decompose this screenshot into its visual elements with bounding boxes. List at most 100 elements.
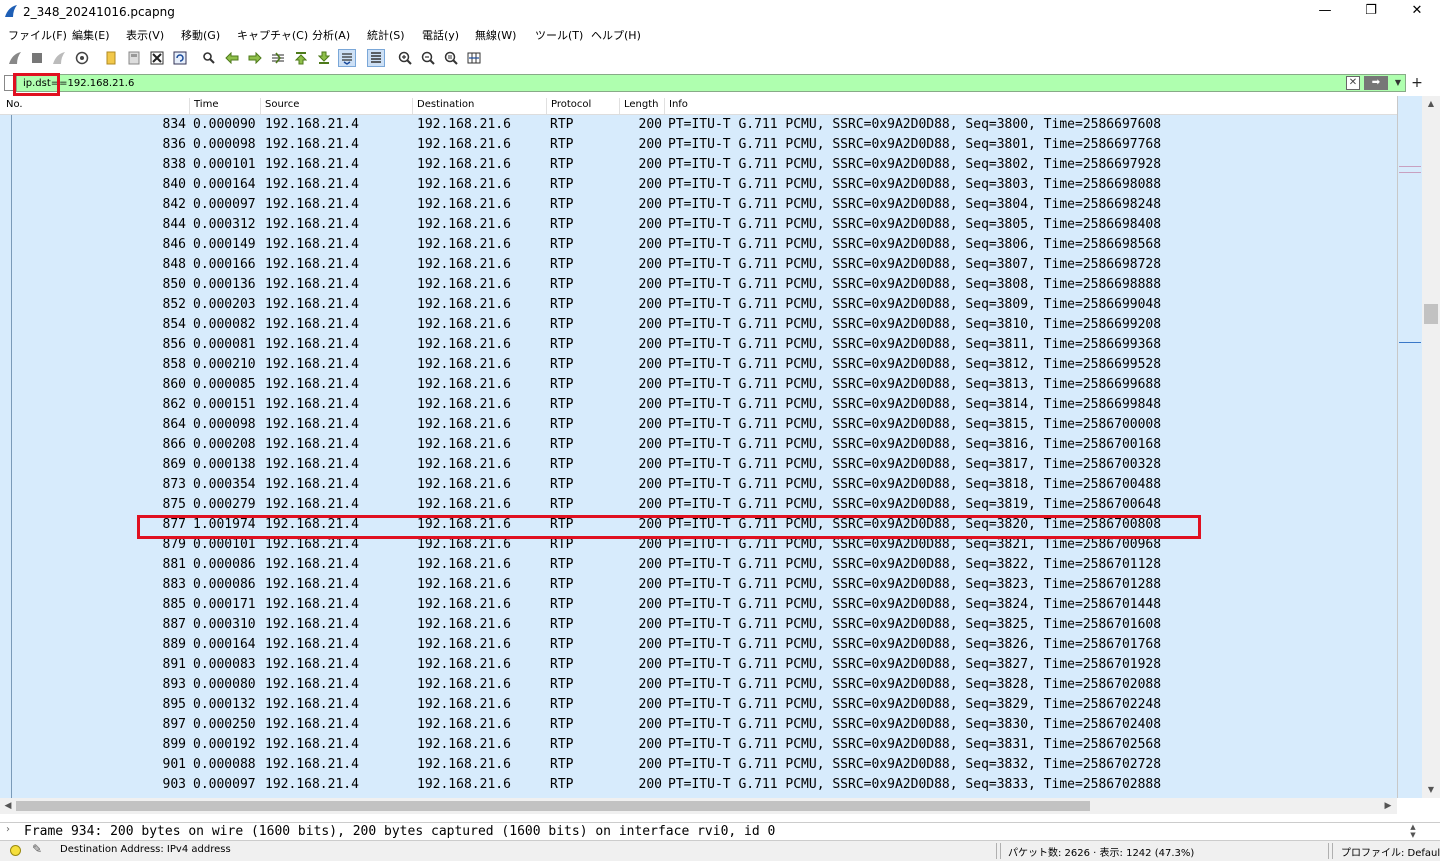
packet-row[interactable]: 869 0.000138 192.168.21.4 192.168.21.6 RTP 20… <box>0 455 1422 475</box>
packet-row[interactable]: 860 0.000085 192.168.21.4 192.168.21.6 RTP 20… <box>0 375 1422 395</box>
open-file-icon[interactable] <box>102 49 120 67</box>
packet-row[interactable]: 879 0.000101 192.168.21.4 192.168.21.6 RTP 20… <box>0 535 1422 555</box>
capture-options-icon[interactable] <box>73 49 91 67</box>
start-capture-icon[interactable] <box>6 49 24 67</box>
column-header-time[interactable]: Time <box>190 98 261 114</box>
menu-tools[interactable]: ツール(T) <box>535 27 583 43</box>
packet-row[interactable]: 844 0.000312 192.168.21.4 192.168.21.6 RTP 20… <box>0 215 1422 235</box>
filter-bookmark-icon[interactable] <box>4 75 14 91</box>
scroll-down-icon[interactable]: ▼ <box>1422 782 1440 798</box>
packet-row[interactable]: 854 0.000082 192.168.21.4 192.168.21.6 RTP 20… <box>0 315 1422 335</box>
packet-row[interactable]: 862 0.000151 192.168.21.4 192.168.21.6 RTP 20… <box>0 395 1422 415</box>
filter-history-dropdown-icon[interactable]: ▼ <box>1392 76 1404 90</box>
packet-row[interactable]: 891 0.000083 192.168.21.4 192.168.21.6 RTP 20… <box>0 655 1422 675</box>
packet-row[interactable]: 901 0.000088 192.168.21.4 192.168.21.6 RTP 20… <box>0 755 1422 775</box>
packet-row[interactable]: 848 0.000166 192.168.21.4 192.168.21.6 RTP 20… <box>0 255 1422 275</box>
go-forward-icon[interactable] <box>246 49 264 67</box>
column-header-protocol[interactable]: Protocol <box>547 98 620 114</box>
vertical-scrollbar[interactable]: ▲ ▼ <box>1422 96 1440 798</box>
packet-row[interactable]: 856 0.000081 192.168.21.4 192.168.21.6 RTP 20… <box>0 335 1422 355</box>
packet-row[interactable]: 850 0.000136 192.168.21.4 192.168.21.6 RTP 20… <box>0 275 1422 295</box>
go-back-icon[interactable] <box>223 49 241 67</box>
column-header-no[interactable]: No. <box>2 98 190 114</box>
packet-time: 0.000085 <box>193 377 256 392</box>
packet-row[interactable]: 881 0.000086 192.168.21.4 192.168.21.6 RTP 20… <box>0 555 1422 575</box>
stop-capture-icon[interactable] <box>28 49 46 67</box>
capture-comment-icon[interactable]: ✎ <box>32 842 42 856</box>
packet-row[interactable]: 834 0.000090 192.168.21.4 192.168.21.6 RTP 20… <box>0 115 1422 135</box>
vertical-scroll-thumb[interactable] <box>1424 304 1438 324</box>
zoom-out-icon[interactable] <box>419 49 437 67</box>
packet-protocol: RTP <box>550 557 574 572</box>
close-file-icon[interactable] <box>148 49 166 67</box>
packet-row[interactable]: 885 0.000171 192.168.21.4 192.168.21.6 RTP 20… <box>0 595 1422 615</box>
menu-wireless[interactable]: 無線(W) <box>475 27 516 43</box>
packet-row[interactable]: 877 1.001974 192.168.21.4 192.168.21.6 RTP 20… <box>0 515 1422 535</box>
packet-row[interactable]: 852 0.000203 192.168.21.4 192.168.21.6 RTP 20… <box>0 295 1422 315</box>
packet-row[interactable]: 883 0.000086 192.168.21.4 192.168.21.6 RTP 20… <box>0 575 1422 595</box>
column-header-info[interactable]: Info <box>665 98 1395 114</box>
packet-row[interactable]: 842 0.000097 192.168.21.4 192.168.21.6 RTP 20… <box>0 195 1422 215</box>
minimize-button[interactable]: — <box>1302 0 1348 24</box>
zoom-normal-icon[interactable] <box>442 49 460 67</box>
frame-summary[interactable]: Frame 934: 200 bytes on wire (1600 bits)… <box>24 824 775 840</box>
packet-row[interactable]: 903 0.000097 192.168.21.4 192.168.21.6 RTP 20… <box>0 775 1422 795</box>
auto-scroll-icon[interactable] <box>338 49 356 67</box>
packet-row[interactable]: 875 0.000279 192.168.21.4 192.168.21.6 RTP 20… <box>0 495 1422 515</box>
scroll-right-icon[interactable]: ▶ <box>1380 798 1396 814</box>
packet-row[interactable]: 838 0.000101 192.168.21.4 192.168.21.6 RTP 20… <box>0 155 1422 175</box>
packet-row[interactable]: 889 0.000164 192.168.21.4 192.168.21.6 RTP 20… <box>0 635 1422 655</box>
colorize-list-icon[interactable] <box>367 49 385 67</box>
scroll-up-icon[interactable]: ▲ <box>1422 96 1440 112</box>
details-scroll-icon[interactable]: ▲ ▼ <box>1404 823 1422 839</box>
menu-capture[interactable]: キャプチャ(C) <box>237 27 308 43</box>
packet-row[interactable]: 897 0.000250 192.168.21.4 192.168.21.6 RTP 20… <box>0 715 1422 735</box>
menu-analyze[interactable]: 分析(A) <box>312 27 350 43</box>
horizontal-scrollbar[interactable]: ◀ ▶ <box>0 798 1397 814</box>
go-first-packet-icon[interactable] <box>292 49 310 67</box>
menu-edit[interactable]: 編集(E) <box>72 27 110 43</box>
column-header-length[interactable]: Length <box>620 98 665 114</box>
scroll-left-icon[interactable]: ◀ <box>0 798 16 814</box>
expand-arrow-icon[interactable]: › <box>6 824 10 835</box>
resize-columns-icon[interactable] <box>465 49 483 67</box>
menu-go[interactable]: 移動(G) <box>181 27 220 43</box>
packet-details-pane[interactable]: › Frame 934: 200 bytes on wire (1600 bit… <box>0 822 1440 839</box>
restart-capture-icon[interactable] <box>50 49 68 67</box>
packet-row[interactable]: 893 0.000080 192.168.21.4 192.168.21.6 RTP 20… <box>0 675 1422 695</box>
restore-button[interactable]: ❐ <box>1348 0 1394 24</box>
display-filter-input[interactable] <box>16 74 1406 92</box>
packet-minimap[interactable] <box>1397 96 1422 798</box>
apply-filter-icon[interactable]: ➡ <box>1364 76 1388 90</box>
packet-row[interactable]: 866 0.000208 192.168.21.4 192.168.21.6 RTP 20… <box>0 435 1422 455</box>
packet-row[interactable]: 840 0.000164 192.168.21.4 192.168.21.6 RTP 20… <box>0 175 1422 195</box>
menu-telephony[interactable]: 電話(y) <box>422 27 459 43</box>
packet-row[interactable]: 858 0.000210 192.168.21.4 192.168.21.6 RTP 20… <box>0 355 1422 375</box>
packet-row[interactable]: 846 0.000149 192.168.21.4 192.168.21.6 RTP 20… <box>0 235 1422 255</box>
menu-statistics[interactable]: 統計(S) <box>367 27 405 43</box>
packet-row[interactable]: 864 0.000098 192.168.21.4 192.168.21.6 RTP 20… <box>0 415 1422 435</box>
menu-view[interactable]: 表示(V) <box>126 27 164 43</box>
expert-info-icon[interactable] <box>10 845 21 856</box>
packet-row[interactable]: 887 0.000310 192.168.21.4 192.168.21.6 RTP 20… <box>0 615 1422 635</box>
column-header-destination[interactable]: Destination <box>413 98 547 114</box>
menu-help[interactable]: ヘルプ(H) <box>591 27 641 43</box>
close-button[interactable]: ✕ <box>1394 0 1440 24</box>
go-to-packet-icon[interactable] <box>269 49 287 67</box>
find-packet-icon[interactable] <box>200 49 218 67</box>
status-profile[interactable]: プロファイル: Default <box>1341 844 1440 859</box>
clear-filter-icon[interactable]: ✕ <box>1346 76 1360 90</box>
add-filter-button-icon[interactable]: + <box>1410 74 1424 92</box>
go-last-packet-icon[interactable] <box>315 49 333 67</box>
menu-file[interactable]: ファイル(F) <box>8 27 67 43</box>
reload-file-icon[interactable] <box>171 49 189 67</box>
packet-row[interactable]: 899 0.000192 192.168.21.4 192.168.21.6 RTP 20… <box>0 735 1422 755</box>
save-file-icon[interactable] <box>125 49 143 67</box>
packet-list[interactable]: 834 0.000090 192.168.21.4 192.168.21.6 RTP 20… <box>0 115 1422 798</box>
zoom-in-icon[interactable] <box>396 49 414 67</box>
column-header-source[interactable]: Source <box>261 98 413 114</box>
packet-row[interactable]: 895 0.000132 192.168.21.4 192.168.21.6 RTP 20… <box>0 695 1422 715</box>
packet-row[interactable]: 836 0.000098 192.168.21.4 192.168.21.6 RTP 20… <box>0 135 1422 155</box>
packet-row[interactable]: 873 0.000354 192.168.21.4 192.168.21.6 RTP 20… <box>0 475 1422 495</box>
horizontal-scroll-thumb[interactable] <box>16 801 1090 811</box>
